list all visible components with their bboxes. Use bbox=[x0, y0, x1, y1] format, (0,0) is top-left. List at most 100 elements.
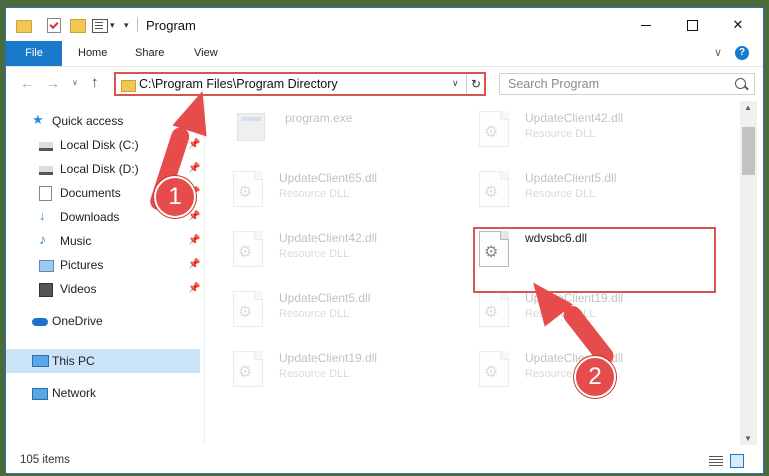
tab-share[interactable]: Share bbox=[122, 41, 177, 66]
file-name: UpdateClient42.dll bbox=[525, 111, 624, 125]
pin-icon[interactable]: 📌 bbox=[188, 163, 200, 174]
file-item-updateclient42[interactable]: UpdateClient42.dll Resource DLL bbox=[451, 109, 691, 167]
search-icon bbox=[735, 78, 746, 89]
pin-icon[interactable]: 📌 bbox=[188, 283, 200, 294]
minimize-button[interactable] bbox=[623, 8, 669, 41]
drive-icon bbox=[39, 166, 53, 175]
scroll-down-icon[interactable]: ▼ bbox=[744, 434, 752, 443]
minimize-icon bbox=[641, 25, 651, 27]
pin-icon[interactable]: 📌 bbox=[188, 211, 200, 222]
dll-file-icon bbox=[233, 231, 263, 267]
help-icon[interactable]: ? bbox=[735, 46, 749, 60]
large-icons-view-icon[interactable] bbox=[730, 454, 744, 468]
sidebar-item-label: Local Disk (D:) bbox=[60, 162, 139, 176]
forward-arrow-icon[interactable]: → bbox=[46, 75, 60, 91]
sidebar-item-network[interactable]: Network bbox=[6, 381, 200, 405]
chevron-down-icon[interactable]: ∨ bbox=[452, 78, 459, 89]
divider bbox=[137, 18, 138, 32]
file-item-program-exe[interactable]: program.exe bbox=[205, 109, 445, 167]
sidebar-item-label: Local Disk (C:) bbox=[60, 138, 139, 152]
vertical-scrollbar[interactable]: ▲ ▼ bbox=[740, 101, 757, 445]
pin-icon[interactable]: 📌 bbox=[188, 139, 200, 150]
file-name: UpdateClient19.dll bbox=[279, 351, 378, 365]
address-bar[interactable]: C:\Program Files\Program Directory ∨ ↻ bbox=[114, 72, 486, 96]
dll-file-icon bbox=[479, 291, 509, 327]
folder-icon[interactable] bbox=[16, 20, 32, 33]
network-icon bbox=[32, 388, 48, 400]
file-name: UpdateClient5.dll bbox=[525, 171, 617, 185]
drive-icon bbox=[39, 142, 53, 151]
dll-file-icon bbox=[233, 351, 263, 387]
sidebar-item-pictures[interactable]: Pictures 📌 bbox=[6, 253, 200, 277]
properties-check-icon[interactable] bbox=[47, 18, 61, 33]
tab-view[interactable]: View bbox=[181, 41, 231, 66]
customize-toolbar-icon[interactable]: ▾ bbox=[124, 20, 129, 36]
file-item-updateclient5[interactable]: UpdateClient5.dll Resource DLL bbox=[205, 289, 445, 347]
downloads-icon: ↓ bbox=[39, 208, 46, 223]
file-item-updateclient42[interactable]: UpdateClient42.dll Resource DLL bbox=[205, 229, 445, 287]
file-name: UpdateClient5.dll bbox=[279, 291, 371, 305]
dll-file-icon bbox=[479, 351, 509, 387]
step-2-badge: 2 bbox=[574, 356, 616, 398]
dll-file-icon bbox=[479, 171, 509, 207]
this-pc-icon bbox=[32, 355, 49, 367]
up-arrow-icon[interactable]: ↑ bbox=[91, 74, 99, 91]
exe-file-icon bbox=[237, 113, 265, 141]
new-folder-icon[interactable] bbox=[70, 19, 86, 33]
highlight-box-file bbox=[473, 227, 716, 293]
sidebar-item-label: This PC bbox=[52, 354, 95, 368]
file-item-updateclient65[interactable]: UpdateClient65.dll Resource DLL bbox=[205, 169, 445, 227]
tab-file[interactable]: File bbox=[6, 41, 62, 66]
address-path[interactable]: C:\Program Files\Program Directory bbox=[139, 77, 338, 91]
sidebar-item-onedrive[interactable]: OneDrive bbox=[6, 309, 200, 333]
dll-file-icon bbox=[233, 171, 263, 207]
file-item-updateclient65[interactable]: UpdateClient65.dll Resource DLL bbox=[451, 349, 691, 407]
expand-ribbon-icon[interactable]: ∨ bbox=[714, 46, 722, 59]
sidebar-item-label: Pictures bbox=[60, 258, 104, 272]
sidebar-item-this-pc[interactable]: This PC bbox=[6, 349, 200, 373]
file-type: Resource DLL bbox=[525, 128, 596, 140]
chevron-down-icon[interactable]: ▾ bbox=[110, 20, 115, 36]
close-button[interactable]: ✕ bbox=[715, 8, 761, 41]
sidebar-item-quick-access[interactable]: ★ Quick access bbox=[6, 109, 200, 133]
recent-locations-icon[interactable]: ∨ bbox=[72, 78, 78, 87]
search-input[interactable]: Search Program bbox=[499, 73, 755, 95]
pin-icon[interactable]: 📌 bbox=[188, 259, 200, 270]
pictures-icon bbox=[39, 260, 54, 272]
dll-file-icon bbox=[479, 111, 509, 147]
maximize-button[interactable] bbox=[669, 8, 715, 41]
file-name: UpdateClient65.dll bbox=[279, 171, 378, 185]
sidebar-item-label: OneDrive bbox=[52, 314, 103, 328]
sidebar-item-label: Downloads bbox=[60, 210, 120, 224]
star-icon: ★ bbox=[32, 112, 44, 127]
file-type: Resource DLL bbox=[525, 188, 596, 200]
folder-icon bbox=[121, 80, 136, 92]
file-name: UpdateClient42.dll bbox=[279, 231, 378, 245]
file-name: program.exe bbox=[285, 111, 353, 125]
details-view-icon[interactable] bbox=[709, 455, 723, 467]
tab-home[interactable]: Home bbox=[65, 41, 120, 66]
refresh-icon[interactable]: ↻ bbox=[466, 74, 485, 94]
music-icon: ♪ bbox=[39, 231, 46, 247]
pin-icon[interactable]: 📌 bbox=[188, 235, 200, 246]
onedrive-icon bbox=[32, 318, 48, 326]
scroll-thumb[interactable] bbox=[742, 127, 755, 175]
videos-icon bbox=[39, 283, 53, 297]
item-count: 105 items bbox=[20, 454, 70, 466]
back-arrow-icon[interactable]: ← bbox=[20, 75, 34, 91]
maximize-icon bbox=[686, 20, 698, 32]
window-title: Program bbox=[146, 18, 196, 33]
ribbon: File Home Share View ∨ ? bbox=[6, 41, 763, 67]
file-item-updateclient19[interactable]: UpdateClient19.dll Resource DLL bbox=[205, 349, 445, 407]
sidebar-item-music[interactable]: ♪ Music 📌 bbox=[6, 229, 200, 253]
documents-icon bbox=[39, 186, 52, 201]
title-bar: ▾ ▾ Program ✕ bbox=[6, 8, 763, 41]
scroll-up-icon[interactable]: ▲ bbox=[744, 103, 752, 112]
explorer-window: ▾ ▾ Program ✕ File Home Share View ∨ ? ←… bbox=[6, 8, 763, 473]
sidebar-item-label: Videos bbox=[60, 282, 97, 296]
sidebar-item-label: Music bbox=[60, 234, 92, 248]
sidebar-item-videos[interactable]: Videos 📌 bbox=[6, 277, 200, 301]
file-item-updateclient5[interactable]: UpdateClient5.dll Resource DLL bbox=[451, 169, 691, 227]
sidebar-item-label: Quick access bbox=[52, 114, 124, 128]
properties-icon[interactable] bbox=[92, 19, 108, 33]
